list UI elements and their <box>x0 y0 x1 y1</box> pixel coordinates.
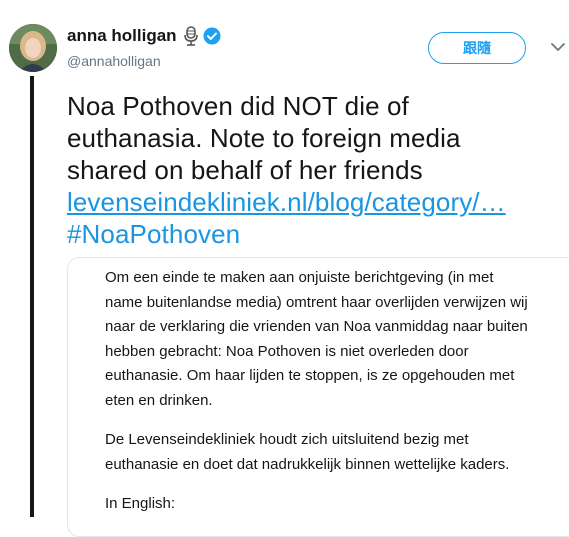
display-name[interactable]: anna holligan <box>67 26 177 46</box>
verified-icon <box>203 27 221 45</box>
quote-paragraph: De Levenseindekliniek houdt zich uitslui… <box>105 428 545 477</box>
quote-line: euthanasie. Om haar lijden te stoppen, i… <box>105 367 515 384</box>
quote-line: naar de verklaring die vrienden van Noa … <box>105 318 528 335</box>
quote-line: Om een einde te maken aan onjuiste beric… <box>105 269 494 286</box>
avatar[interactable] <box>9 24 57 72</box>
quote-line: hebben gebracht: Noa Pothoven is niet ov… <box>105 342 469 360</box>
quote-line: name buitenlandse media) omtrent haar ov… <box>105 293 528 311</box>
quote-line: In English: <box>105 495 176 512</box>
tweet-text-line: euthanasia. Note to foreign media <box>67 123 461 153</box>
tweet-text: Noa Pothoven did NOT die of euthanasia. … <box>67 90 562 250</box>
follow-button[interactable]: 跟隨 <box>428 32 526 64</box>
hashtag-link[interactable]: #NoaPothoven <box>67 219 240 249</box>
quote-line: euthanasie en doet dat nadrukkelijk binn… <box>105 455 510 473</box>
author-row: anna holligan <box>67 26 221 46</box>
user-photo-icon <box>9 24 57 72</box>
thread-line <box>30 76 34 517</box>
chevron-down-icon[interactable] <box>550 40 566 54</box>
quote-paragraph: In English: <box>105 492 545 517</box>
quote-line: De Levenseindekliniek houdt zich uitslui… <box>105 431 469 448</box>
tweet-link[interactable]: levenseindekliniek.nl/blog/category/… <box>67 187 506 217</box>
tweet-text-line: Noa Pothoven did NOT die of <box>67 91 409 121</box>
microphone-icon <box>183 26 199 46</box>
quote-paragraph: Om een einde te maken aan onjuiste beric… <box>105 266 545 413</box>
tweet-text-line: shared on behalf of her friends <box>67 155 423 185</box>
user-handle[interactable]: @annaholligan <box>67 53 161 69</box>
quote-line: eten en drinken. <box>105 391 213 409</box>
